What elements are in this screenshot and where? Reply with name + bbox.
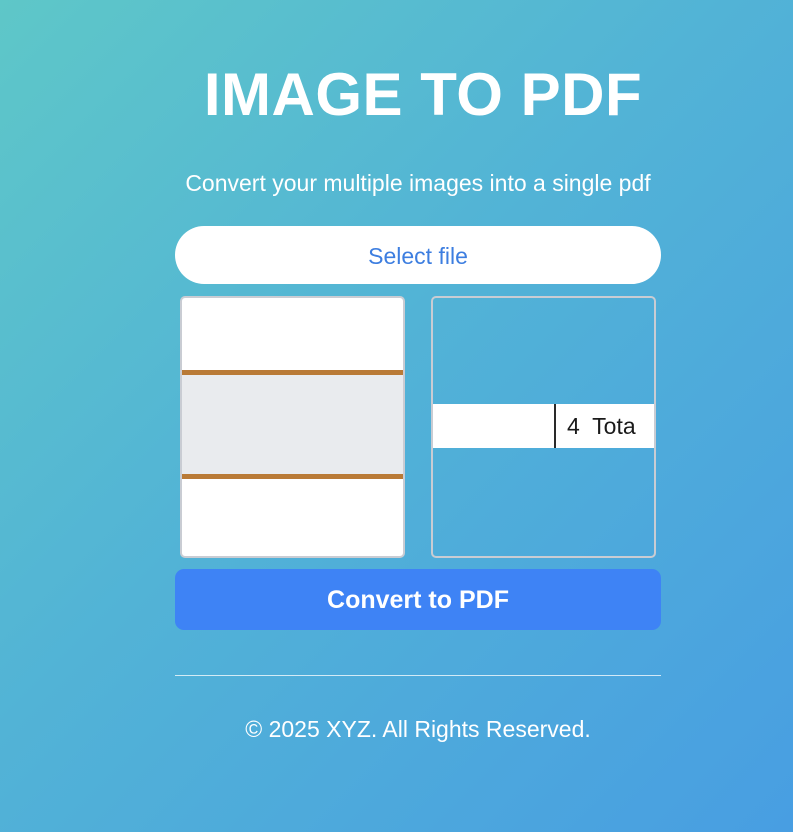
preview-image-rule-top: [182, 370, 403, 375]
preview-image-band: [182, 374, 403, 476]
preview-cell-divider: [554, 404, 556, 448]
image-preview-1: [180, 296, 405, 558]
page-title: IMAGE TO PDF: [203, 61, 643, 128]
select-file-button[interactable]: Select file: [175, 226, 661, 284]
convert-to-pdf-button[interactable]: Convert to PDF: [175, 569, 661, 630]
page-subtitle: Convert your multiple images into a sing…: [185, 170, 651, 196]
image-preview-2: 4 Tota: [431, 296, 656, 558]
preview-image-strip: 4 Tota: [433, 404, 654, 448]
preview-image-rule-bottom: [182, 474, 403, 479]
footer-divider: [175, 675, 661, 676]
preview-cell-text: 4 Tota: [567, 413, 636, 439]
footer-copyright: © 2025 XYZ. All Rights Reserved.: [245, 716, 591, 742]
